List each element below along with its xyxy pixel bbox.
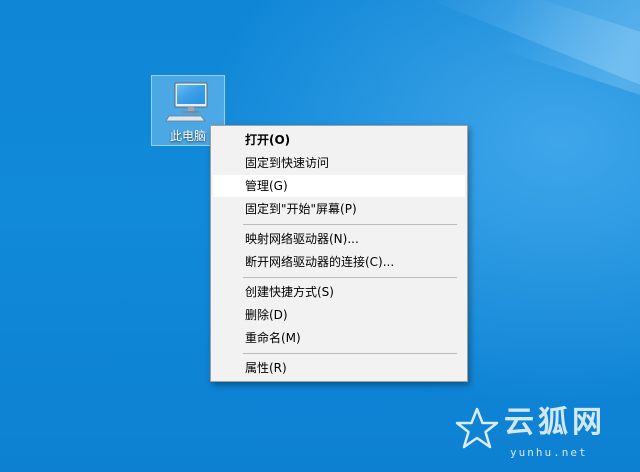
computer-icon xyxy=(166,82,208,122)
menu-separator xyxy=(243,224,457,225)
watermark-url: yunhu.net xyxy=(510,446,588,459)
desktop-background: 此电脑 打开(O) 固定到快速访问 管理(G) 固定到"开始"屏幕(P) 映射网… xyxy=(0,0,640,472)
menu-item-create-shortcut[interactable]: 创建快捷方式(S) xyxy=(213,281,465,303)
watermark: 云狐网 yunhu.net xyxy=(454,402,634,468)
menu-item-pin-quick-access[interactable]: 固定到快速访问 xyxy=(213,152,465,174)
menu-item-map-network-drive[interactable]: 映射网络驱动器(N)... xyxy=(213,228,465,250)
menu-item-open[interactable]: 打开(O) xyxy=(213,129,465,151)
menu-item-pin-start[interactable]: 固定到"开始"屏幕(P) xyxy=(213,198,465,220)
menu-separator xyxy=(243,353,457,354)
menu-item-properties[interactable]: 属性(R) xyxy=(213,357,465,379)
menu-item-manage[interactable]: 管理(G) xyxy=(213,175,465,197)
context-menu: 打开(O) 固定到快速访问 管理(G) 固定到"开始"屏幕(P) 映射网络驱动器… xyxy=(210,125,468,382)
menu-item-rename[interactable]: 重命名(M) xyxy=(213,327,465,349)
menu-item-disconnect-network-drive[interactable]: 断开网络驱动器的连接(C)... xyxy=(213,251,465,273)
menu-item-delete[interactable]: 删除(D) xyxy=(213,304,465,326)
star-logo-icon xyxy=(455,407,499,449)
wallpaper-light-beam-secondary xyxy=(497,0,640,129)
menu-separator xyxy=(243,277,457,278)
watermark-text: 云狐网 xyxy=(504,405,606,440)
